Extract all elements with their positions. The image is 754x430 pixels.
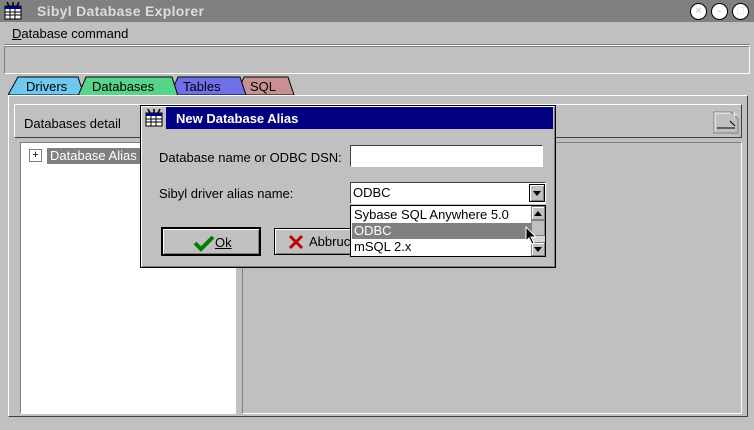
scroll-up-button[interactable] bbox=[531, 206, 545, 220]
dialog-titlebar[interactable]: New Database Alias bbox=[166, 107, 553, 129]
ok-label: Ok bbox=[215, 235, 232, 250]
mouse-cursor-icon bbox=[525, 226, 538, 245]
cancel-x-icon bbox=[288, 234, 304, 250]
tab-databases[interactable]: Databases bbox=[80, 77, 170, 95]
tree-expander-icon[interactable]: + bbox=[29, 149, 42, 162]
dropdown-option[interactable]: mSQL 2.x bbox=[352, 239, 531, 255]
checkmark-icon bbox=[193, 235, 215, 252]
dialog-app-icon bbox=[145, 109, 163, 127]
option-label: Sybase SQL Anywhere 5.0 bbox=[354, 207, 509, 222]
close-button[interactable]: × bbox=[690, 3, 707, 20]
tab-drivers-label: Drivers bbox=[26, 78, 68, 94]
tab-databases-label: Databases bbox=[92, 78, 155, 94]
menu-bar: Database command bbox=[0, 22, 754, 44]
driver-alias-value: ODBC bbox=[353, 185, 391, 200]
svg-text:+: + bbox=[732, 110, 737, 120]
driver-dropdown-button[interactable] bbox=[529, 184, 545, 202]
dropdown-option-selected[interactable]: ODBC bbox=[352, 223, 531, 239]
db-name-label: Database name or ODBC DSN: bbox=[159, 150, 342, 165]
maximize-icon: □ bbox=[737, 5, 744, 17]
tab-sql[interactable]: SQL bbox=[240, 77, 290, 95]
driver-dropdown-list[interactable]: Sybase SQL Anywhere 5.0 ODBC mSQL 2.x bbox=[350, 205, 546, 257]
tab-tables-label: Tables bbox=[183, 78, 221, 94]
arrow-down-icon bbox=[534, 246, 542, 252]
minimize-icon: - bbox=[717, 5, 722, 17]
window-title: Sibyl Database Explorer bbox=[37, 3, 205, 19]
close-icon: × bbox=[695, 5, 702, 17]
chevron-down-icon bbox=[533, 190, 541, 196]
tree-item-label: Database Alias bbox=[50, 148, 137, 163]
database-app-icon bbox=[4, 2, 22, 20]
new-page-icon[interactable]: + bbox=[713, 110, 739, 134]
window-titlebar[interactable]: Sibyl Database Explorer × - □ bbox=[0, 0, 754, 22]
new-alias-dialog: New Database Alias Database name or ODBC… bbox=[140, 105, 556, 268]
panel-header-title: Databases detail bbox=[24, 116, 121, 131]
dropdown-option[interactable]: Sybase SQL Anywhere 5.0 bbox=[352, 207, 531, 223]
tree-item-database-alias[interactable]: Database Alias bbox=[47, 148, 140, 164]
tab-tables[interactable]: Tables bbox=[172, 77, 236, 95]
dialog-title: New Database Alias bbox=[176, 111, 299, 126]
driver-alias-select[interactable]: ODBC bbox=[350, 182, 546, 204]
ok-button[interactable]: Ok bbox=[161, 227, 261, 256]
minimize-button[interactable]: - bbox=[711, 3, 728, 20]
arrow-up-icon bbox=[534, 210, 542, 216]
menu-database-command[interactable]: Database command bbox=[12, 26, 128, 41]
toolbar-area bbox=[4, 46, 750, 74]
maximize-button[interactable]: □ bbox=[732, 3, 749, 20]
driver-alias-label: Sibyl driver alias name: bbox=[159, 186, 294, 201]
option-label: mSQL 2.x bbox=[354, 239, 412, 254]
db-name-input[interactable] bbox=[350, 145, 543, 167]
option-label: ODBC bbox=[354, 223, 392, 238]
tab-sql-label: SQL bbox=[250, 78, 277, 94]
tab-drivers[interactable]: Drivers bbox=[12, 77, 76, 95]
